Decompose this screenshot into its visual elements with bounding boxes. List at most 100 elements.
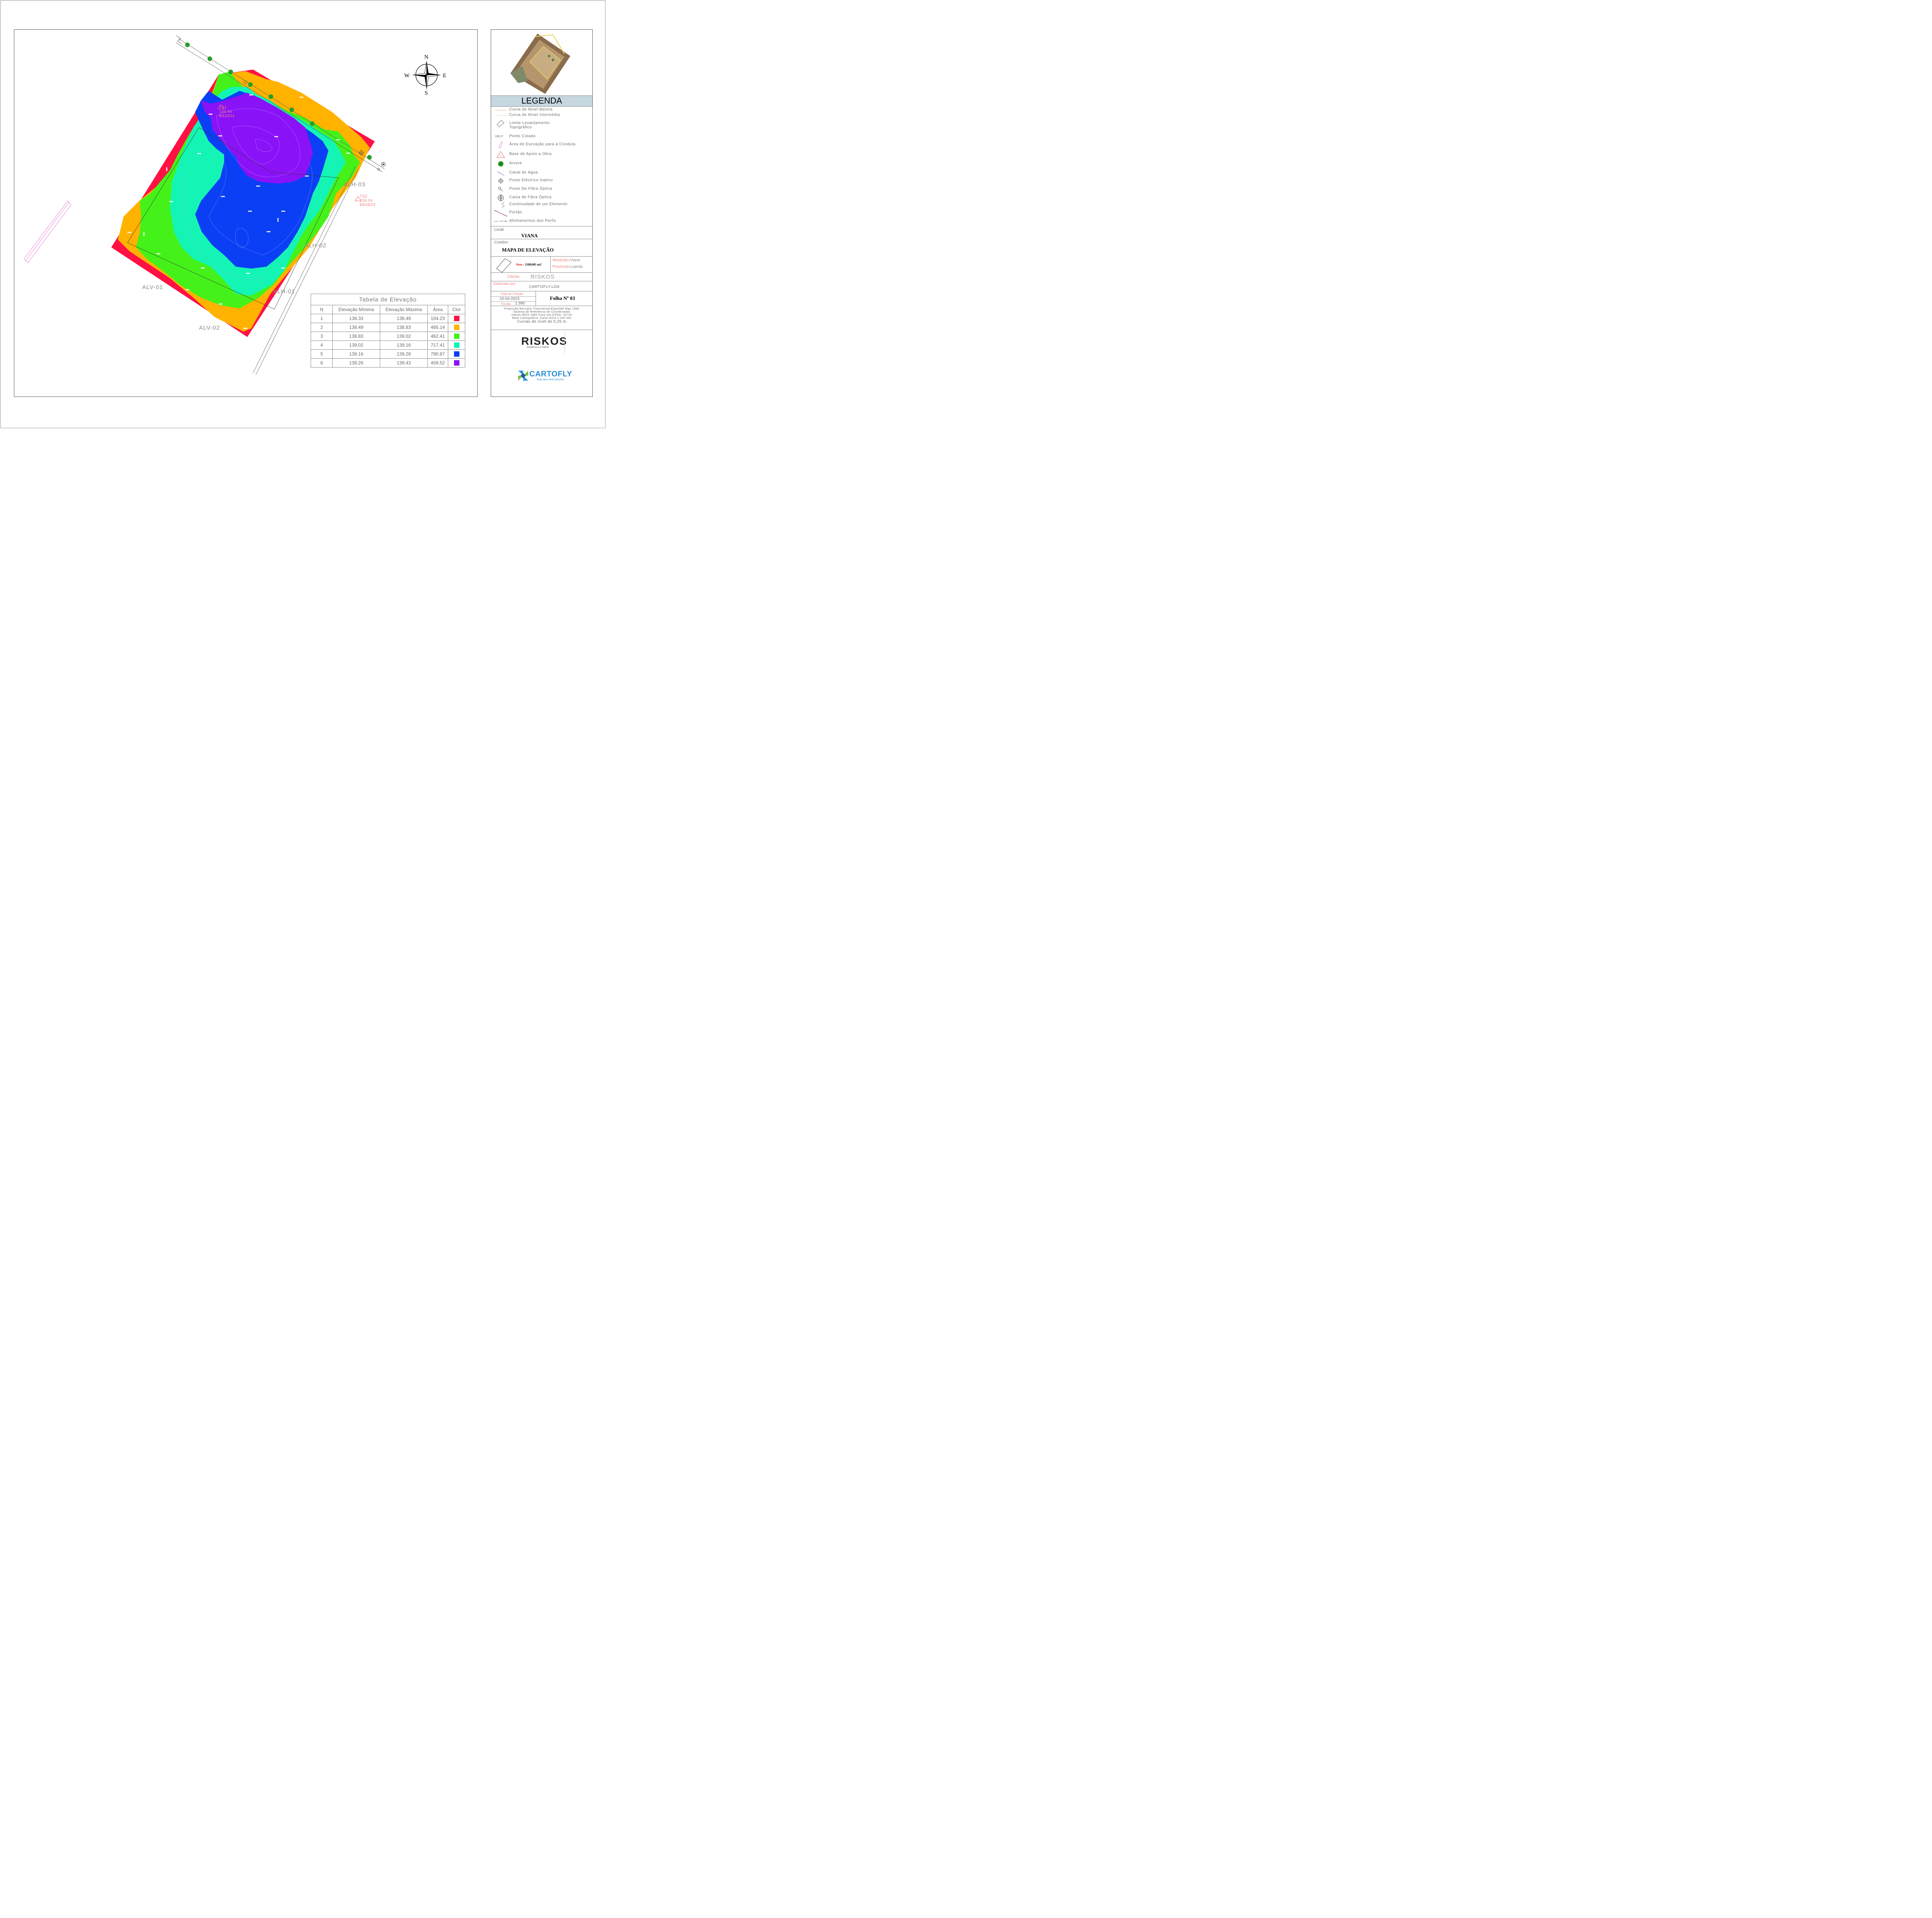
provincia: Província:Luanda: [553, 265, 583, 269]
row-n: 5: [311, 349, 333, 359]
projection-line: Curvas de nível de 0,25 m: [517, 320, 566, 324]
compass-south: S: [425, 90, 428, 96]
row-min: 138.33: [332, 314, 380, 323]
table-row: 5 139.16 139.26 790.87: [311, 349, 465, 359]
table-row: 1 138.33 138.49 104.23: [311, 314, 465, 323]
legend-item: Curva de Nível Intermédia: [491, 112, 592, 119]
row-min: 139.02: [332, 340, 380, 350]
elaborado-value: CARTOFLY,LDA: [529, 285, 560, 289]
legend-item: Canal de Água: [491, 169, 592, 177]
row-area: 459.52: [427, 358, 448, 368]
table-row: 6 139.26 139.43 459.52: [311, 358, 465, 368]
base-01-label: TS1 139.94 BASE01: [219, 106, 235, 118]
data-label: Data de Criação:: [501, 292, 524, 296]
legend-label: Limite Levantamento Topográfico: [509, 121, 550, 129]
legend-label: Continuidade de um Elemento: [509, 202, 568, 206]
contem-value: MAPA DE ELEVAÇÃO: [502, 247, 554, 253]
legend-item: Poste Eléctrico Inativo: [491, 177, 592, 185]
color-swatch: [454, 342, 459, 348]
compass-north: N: [424, 54, 429, 60]
cartofly-logo-name: CARTOFLY: [529, 370, 572, 378]
contem-label: Contém:: [494, 240, 509, 245]
profile-label-alv-01: ALV-01: [142, 284, 163, 291]
projection-line: Base Cartográfica: Carta IGCA 1:100 000: [512, 316, 571, 320]
cliente-label: Cliente:: [507, 275, 520, 279]
header-n: N: [311, 305, 333, 314]
provincia-value: Luanda: [570, 265, 583, 269]
profile-alignment-sample: ALH-01: [500, 220, 507, 223]
location-thumbnail: [510, 34, 570, 94]
row-area: 717.41: [427, 340, 448, 350]
legend-item: Base de Apoio a Obra: [491, 151, 592, 158]
color-swatch: [454, 360, 459, 366]
projection-notes: Projecção Mercator Transversal-Elipsóide…: [491, 307, 592, 324]
area-value: - 2108,081 m2: [523, 263, 542, 266]
area-shape-icon: [496, 258, 512, 273]
color-swatch: [454, 351, 459, 357]
legend-label: Canal de Água: [509, 170, 538, 175]
color-swatch: [454, 316, 459, 322]
row-color: [448, 314, 465, 323]
continuity-icon: [502, 201, 505, 208]
legend-item: ALH-01 Alinhamentos dos Perfiz: [491, 218, 592, 225]
legend-label: Base de Apoio a Obra: [509, 152, 552, 156]
compass-rose-icon: [412, 61, 441, 89]
base-02-label: TS2 139.04 BASE02: [360, 194, 376, 207]
legend-title: LEGENDA: [521, 96, 562, 106]
compass-west: W: [404, 73, 410, 79]
profile-label-alh-01: ALH-01: [273, 288, 295, 295]
cartofly-tagline: Tudo que você precisa: [536, 378, 564, 381]
excavation-area: [24, 201, 71, 263]
row-min: 139.16: [332, 349, 380, 359]
row-area: 790.87: [427, 349, 448, 359]
row-n: 4: [311, 340, 333, 350]
row-max: 139.26: [380, 349, 428, 359]
header-area: Área: [427, 305, 448, 314]
row-color: [448, 340, 465, 350]
legend-item: Arvore: [491, 160, 592, 168]
profile-label-alh-02: ALH-02: [304, 242, 327, 249]
legend-label: Ponto Cotado: [509, 134, 536, 138]
row-color: [448, 332, 465, 341]
gate-icon: [494, 209, 507, 217]
legend-item: Continuidade de um Elemento: [491, 201, 592, 209]
elevation-table-title: Tabela de Elevação: [311, 294, 465, 305]
row-n: 3: [311, 332, 333, 341]
legend-item: 139.17 Ponto Cotado: [491, 133, 592, 141]
municipio: Município:Viana: [553, 258, 580, 262]
spot-height-icon: 139.17: [495, 135, 503, 138]
escala-value: 1:390: [515, 301, 525, 306]
gate-symbol: [176, 35, 182, 44]
area-label: Área: [516, 263, 522, 266]
row-max: 139.16: [380, 340, 428, 350]
row-min: 138.49: [332, 323, 380, 332]
row-color: [448, 358, 465, 368]
survey-boundary-icon: [497, 120, 505, 127]
area-divider: [550, 256, 551, 272]
legend-item: Poste De Fibra Óptica: [491, 186, 592, 193]
local-label: Local:: [494, 228, 505, 232]
color-swatch: [454, 325, 459, 330]
header-min: Elevação Mínima: [332, 305, 380, 314]
tree-icon: [498, 161, 503, 167]
row-max: 139.43: [380, 358, 428, 368]
legend-item: Portão: [491, 209, 592, 217]
escala-label: Escala:: [501, 302, 512, 306]
legend-label: Portão: [509, 210, 522, 214]
local-value: VIANA: [521, 233, 538, 238]
cartofly-logo-icon: [518, 371, 528, 381]
profile-label-alv-02: ALV-02: [199, 325, 220, 331]
row-n: 1: [311, 314, 333, 323]
riskos-logo: RISKOS: [521, 335, 568, 347]
elevation-table: Tabela de Elevação N Elevação Mínima Ele…: [311, 294, 465, 368]
legend-label: Caixa de Fibra Óptica: [509, 195, 552, 199]
color-swatch: [454, 334, 459, 339]
row-color: [448, 323, 465, 332]
profile-label-alh-03: ALH-03: [344, 181, 366, 188]
legend-item: Limite Levantamento Topográfico: [491, 120, 592, 130]
legend-label: Área de Escvação para a Conduta: [509, 142, 576, 146]
fiber-box: [381, 162, 386, 167]
intermediate-contour-line-icon: [495, 115, 507, 116]
cliente-value: RISKOS: [531, 274, 555, 280]
row-max: 138.83: [380, 323, 428, 332]
